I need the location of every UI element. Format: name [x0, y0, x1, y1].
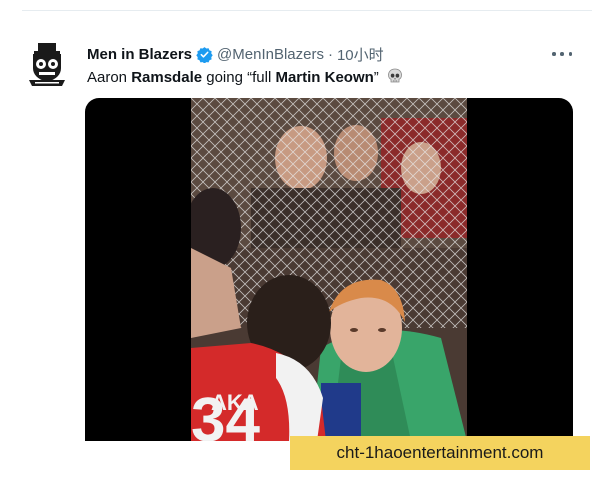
men-in-blazers-logo — [29, 43, 65, 86]
verified-badge-icon — [196, 46, 213, 63]
video-frame[interactable]: AKA 34 — [191, 98, 467, 441]
separator-dot: · — [327, 45, 333, 63]
tweet-text-part: Aaron — [87, 69, 132, 86]
more-options-icon[interactable] — [552, 46, 572, 62]
display-name[interactable]: Men in Blazers — [87, 46, 192, 63]
tweet-header: Men in Blazers @MenInBlazers · 10小时 — [87, 44, 580, 64]
skull-icon — [388, 68, 402, 83]
watermark-text: cht-1haoentertainment.com — [336, 443, 544, 462]
tweet-text-part: going “full — [202, 69, 276, 86]
tweet-media[interactable]: AKA 34 — [85, 98, 573, 441]
watermark-banner: cht-1haoentertainment.com — [290, 436, 590, 470]
tweet-timestamp[interactable]: 10小时 — [337, 44, 384, 65]
tweet-text-bold: Ramsdale — [131, 69, 203, 86]
avatar[interactable] — [27, 40, 67, 88]
user-handle[interactable]: @MenInBlazers — [217, 46, 324, 63]
tweet-text-part: ” — [373, 69, 379, 86]
jersey-number: 34 — [191, 386, 260, 441]
video-still-image: AKA 34 — [191, 98, 467, 441]
tweet-text-bold: Martin Keown — [275, 69, 374, 86]
tweet-text: Aaron Ramsdale going “full Martin Keown” — [87, 68, 403, 86]
divider — [22, 10, 592, 11]
